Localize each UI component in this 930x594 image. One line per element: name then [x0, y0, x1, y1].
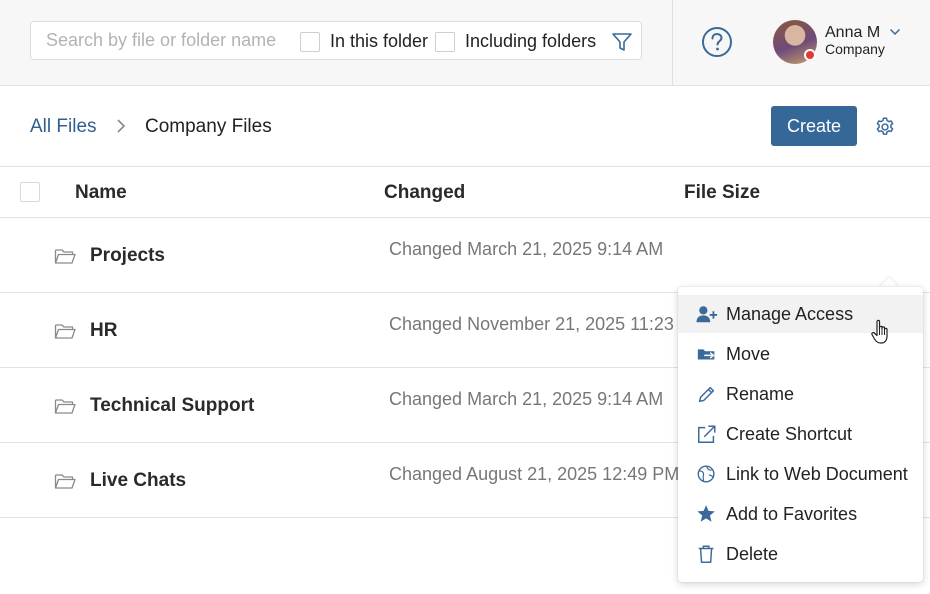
divider: [0, 166, 930, 167]
in-this-folder-checkbox[interactable]: [300, 31, 320, 52]
changed-date: Changed March 21, 2025 9:14 AM: [389, 389, 664, 409]
star-icon: [697, 505, 715, 522]
top-bar: In this folder Including folders Anna M …: [0, 0, 930, 86]
menu-item-create-shortcut[interactable]: Create Shortcut: [678, 415, 923, 453]
external-link-icon: [698, 425, 716, 443]
menu-item-label: Link to Web Document: [726, 464, 908, 484]
chevron-down-icon[interactable]: [889, 27, 901, 37]
menu-item-label: Delete: [726, 544, 779, 564]
folder-name[interactable]: HR: [90, 320, 117, 342]
breadcrumb-current: Company Files: [145, 116, 272, 137]
search-input[interactable]: [46, 30, 302, 51]
folder-name[interactable]: Live Chats: [90, 470, 186, 492]
folder-name[interactable]: Projects: [90, 245, 165, 267]
status-badge: [804, 49, 816, 61]
menu-item-label: Manage Access: [726, 304, 854, 324]
user-company: Company: [825, 41, 885, 57]
folder-name[interactable]: Technical Support: [90, 395, 254, 417]
user-name[interactable]: Anna M: [825, 24, 880, 42]
menu-item-add-favorites[interactable]: Add to Favorites: [678, 495, 923, 533]
column-header-name[interactable]: Name: [75, 182, 127, 204]
create-button[interactable]: Create: [771, 106, 857, 146]
menu-item-label: Create Shortcut: [726, 424, 853, 444]
trash-icon: [698, 545, 714, 563]
help-icon[interactable]: [701, 26, 733, 58]
menu-item-label: Add to Favorites: [726, 504, 858, 524]
column-header-changed[interactable]: Changed: [384, 182, 465, 204]
folder-icon: [54, 249, 76, 264]
column-header-file-size[interactable]: File Size: [684, 182, 760, 204]
table-row[interactable]: Projects Changed March 21, 2025 9:14 AM: [0, 218, 930, 293]
pencil-icon: [698, 386, 715, 403]
menu-item-label: Rename: [726, 384, 795, 404]
including-folders-option[interactable]: Including folders: [435, 31, 596, 52]
chevron-right-icon: [117, 119, 126, 133]
menu-item-link-web-document[interactable]: Link to Web Document: [678, 455, 923, 493]
in-this-folder-label: In this folder: [330, 31, 429, 51]
changed-date: Changed March 21, 2025 9:14 AM: [389, 239, 664, 259]
search-box: In this folder Including folders: [30, 21, 642, 60]
in-this-folder-option[interactable]: In this folder: [300, 31, 428, 52]
web-document-icon: [697, 465, 715, 483]
move-folder-icon: [697, 349, 715, 360]
including-folders-label: Including folders: [465, 31, 597, 51]
menu-item-delete[interactable]: Delete: [678, 535, 923, 573]
menu-item-rename[interactable]: Rename: [678, 375, 923, 413]
gear-icon[interactable]: [874, 116, 896, 138]
folder-icon: [54, 399, 76, 414]
including-folders-checkbox[interactable]: [435, 31, 455, 52]
menu-item-label: Move: [726, 344, 771, 364]
changed-date: Changed November 21, 2025 11:23 AM: [389, 314, 705, 334]
folder-icon: [54, 324, 76, 339]
select-all-checkbox[interactable]: [20, 182, 40, 202]
changed-date: Changed August 21, 2025 12:49 PM: [389, 464, 680, 484]
header-divider: [672, 0, 673, 86]
user-plus-icon: [696, 306, 718, 323]
folder-icon: [54, 474, 76, 489]
breadcrumb-all-files[interactable]: All Files: [30, 116, 97, 138]
filter-icon[interactable]: [611, 31, 633, 53]
hand-cursor-icon: [871, 319, 888, 344]
